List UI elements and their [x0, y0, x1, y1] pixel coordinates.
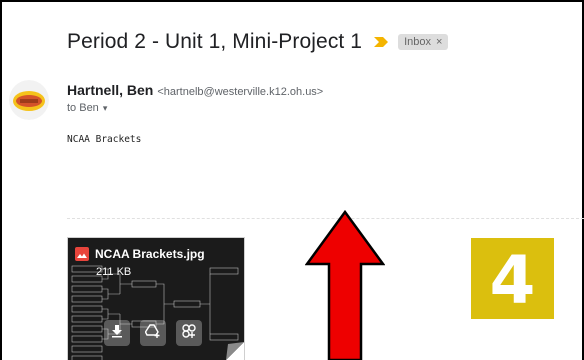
email-body: NCAA Brackets [67, 134, 142, 145]
add-to-drive-button[interactable] [140, 320, 166, 346]
step-number: 4 [489, 241, 536, 319]
page-fold-icon [226, 342, 244, 360]
attachment-header: NCAA Brackets.jpg [75, 247, 205, 261]
recipient-details-caret-icon[interactable]: ▾ [103, 103, 108, 114]
remove-label-icon[interactable]: × [436, 36, 442, 48]
attachment-size: 211 KB [96, 266, 132, 278]
attachment-filename: NCAA Brackets.jpg [95, 247, 205, 261]
download-button[interactable] [104, 320, 130, 346]
edit-with-photos-icon [181, 323, 197, 344]
red-up-arrow [305, 210, 385, 360]
image-file-icon [75, 247, 89, 261]
inbox-label-chip[interactable]: Inbox × [398, 34, 449, 50]
important-marker-icon[interactable] [374, 37, 389, 47]
email-subject: Period 2 - Unit 1, Mini-Project 1 [67, 30, 363, 53]
inbox-label-text: Inbox [404, 36, 431, 48]
download-icon [110, 324, 124, 343]
add-to-drive-icon [144, 323, 161, 343]
edit-with-photos-button[interactable] [176, 320, 202, 346]
step-number-badge: 4 [471, 238, 554, 319]
attachment-card[interactable]: NCAA Brackets.jpg 211 KB [67, 237, 245, 360]
sender-avatar[interactable] [9, 80, 49, 120]
subject-row: Period 2 - Unit 1, Mini-Project 1 Inbox … [67, 28, 449, 56]
sender-line: Hartnell, Ben <hartnelb@westerville.k12.o… [67, 82, 323, 98]
sender-name[interactable]: Hartnell, Ben [67, 82, 153, 98]
recipient-row[interactable]: to Ben ▾ [67, 102, 107, 114]
recipient-text: to Ben [67, 102, 99, 114]
sender-email: <hartnelb@westerville.k12.oh.us> [157, 86, 324, 98]
